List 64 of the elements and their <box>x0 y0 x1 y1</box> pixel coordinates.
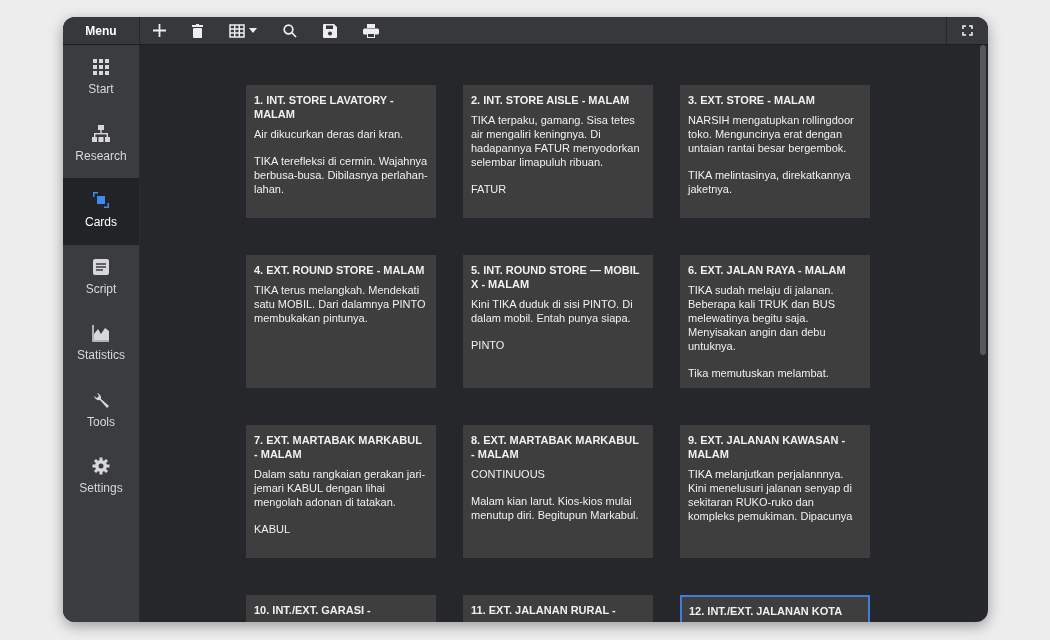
card-text: PINTO <box>471 338 506 352</box>
card-text: Dalam satu rangkaian gerakan jari-jemari KABUL dengan lihai mengolah adonan di tatakan. <box>254 467 427 509</box>
card-text: TIKA terefleksi di cermin. Wajahnya berbusa-busa. Dibilasnya perlahan-lahan. <box>254 154 428 196</box>
scene-card[interactable]: 9. EXT. JALANAN KAWASAN - MALAM TIKA melanjutkan perjalannnya. Kini menelusuri jalanan senyap di sekitaran RUKO-ruko dan kompleks pemukiman. Dipacunya <box>680 425 870 558</box>
card-title: 7. EXT. MARTABAK MARKABUL - MALAM <box>254 433 423 461</box>
scene-card[interactable]: 6. EXT. JALAN RAYA - MALAM TIKA sudah melaju di jalanan. Beberapa kali TRUK dan BUS melewatinya begitu saja. Menyisakan angin dan debu untuknya. Tika memutuskan melambat. <box>680 255 870 388</box>
card-text: TIKA melanjutkan perjalannnya. Kini menelusuri jalanan senyap di sekitaran RUKO-ruko dan kompleks pemukiman. Dipacunya <box>688 467 854 523</box>
scene-card[interactable]: 11. EXT. JALANAN RURAL - <box>463 595 653 622</box>
card-title: 1. INT. STORE LAVATORY - MALAM <box>254 93 395 121</box>
menu-title: Menu <box>63 17 140 44</box>
grid-icon <box>229 23 245 38</box>
scene-card[interactable]: 7. EXT. MARTABAK MARKABUL - MALAM Dalam satu rangkaian gerakan jari-jemari KABUL dengan lihai mengolah adonan di tatakan. KABUL <box>246 425 436 558</box>
sidebar-item[interactable]: Cards <box>63 178 139 245</box>
sidebar-item[interactable]: Research <box>63 111 139 178</box>
card-title: 3. EXT. STORE - MALAM <box>688 93 816 107</box>
sidebar-item[interactable]: Statistics <box>63 311 139 378</box>
scene-card[interactable]: 3. EXT. STORE - MALAM NARSIH mengatupkan rollingdoor toko. Menguncinya erat dengan untaian rantai besar bergembok. TIKA melintasinya, direkatkannya jaketnya. <box>680 85 870 218</box>
sidebar-item[interactable]: Start <box>63 45 139 112</box>
card-text: FATUR <box>471 182 508 196</box>
scene-card[interactable]: 8. EXT. MARTABAK MARKABUL - MALAM CONTINUOUS Malam kian larut. Kios-kios mulai menutup diri. Begitupun Markabul. <box>463 425 653 558</box>
caret-icon <box>249 28 257 33</box>
settings-icon <box>92 457 110 476</box>
sidebar-item[interactable]: Script <box>63 244 139 311</box>
scene-card[interactable]: 1. INT. STORE LAVATORY - MALAM Air dikucurkan deras dari kran. TIKA terefleksi di cermin. Wajahnya berbusa-busa. Dibilasnya perlahan-lahan. <box>246 85 436 218</box>
card-title: 9. EXT. JALANAN KAWASAN - MALAM <box>688 433 847 461</box>
scene-card[interactable]: 12. INT./EXT. JALANAN KOTA <box>680 595 870 622</box>
save-icon <box>323 23 337 38</box>
card-title: 2. INT. STORE AISLE - MALAM <box>471 93 631 107</box>
sidebar-item[interactable]: Tools <box>63 377 139 444</box>
scene-card[interactable]: 5. INT. ROUND STORE — MOBIL X - MALAM Kini TIKA duduk di sisi PINTO. Di dalam mobil. Entah punya siapa. PINTO <box>463 255 653 388</box>
card-title: 6. EXT. JALAN RAYA - MALAM <box>688 263 847 277</box>
wrench-icon <box>92 390 110 409</box>
card-text: TIKA terpaku, gamang. Sisa tetes air mengaliri keningnya. Di hadapannya FATUR menyodorkan selembar limapuluh ribuan. <box>471 113 641 169</box>
print-icon <box>363 23 379 38</box>
card-text: Air dikucurkan deras dari kran. <box>254 127 405 141</box>
card-text: TIKA terus melangkah. Mendekati satu MOBIL. Dari dalamnya PINTO membukakan pintunya. <box>254 283 427 325</box>
chart-icon <box>92 324 110 343</box>
add-icon <box>153 24 166 37</box>
trash-icon <box>192 23 203 38</box>
card-title: 5. INT. ROUND STORE — MOBIL X - MALAM <box>471 263 641 291</box>
grid-icon <box>92 58 110 77</box>
scene-card[interactable]: 2. INT. STORE AISLE - MALAM TIKA terpaku, gamang. Sisa tetes air mengaliri keningnya. Di hadapannya FATUR menyodorkan selembar limapuluh ribuan. FATUR <box>463 85 653 218</box>
card-title: 4. EXT. ROUND STORE - MALAM <box>254 263 426 277</box>
scrollbar[interactable] <box>980 45 986 355</box>
card-title: 12. INT./EXT. JALANAN KOTA <box>689 604 844 618</box>
card-text: Tika memutuskan melambat. <box>688 366 830 380</box>
sidebar-item[interactable]: Settings <box>63 444 139 511</box>
card-text: CONTINUOUS <box>471 467 546 481</box>
card-text: TIKA melintasinya, direkatkannya jaketnya. <box>688 168 852 196</box>
card-title: 11. EXT. JALANAN RURAL - <box>471 603 617 617</box>
card-text: NARSIH mengatupkan rollingdoor toko. Menguncinya erat dengan untaian rantai besar bergembok. <box>688 113 855 155</box>
document-icon <box>92 257 110 276</box>
card-text: TIKA sudah melaju di jalanan. Beberapa kali TRUK dan BUS melewatinya begitu saja. Menyisakan angin dan debu untuknya. <box>688 283 837 353</box>
cards-icon <box>92 191 110 210</box>
hierarchy-icon <box>92 124 110 143</box>
scene-card[interactable]: 10. INT./EXT. GARASI - <box>246 595 436 622</box>
card-text: KABUL <box>254 522 292 536</box>
card-title: 8. EXT. MARTABAK MARKABUL - MALAM <box>471 433 640 461</box>
scene-card[interactable]: 4. EXT. ROUND STORE - MALAM TIKA terus melangkah. Mendekati satu MOBIL. Dari dalamnya PINTO membukakan pintunya. <box>246 255 436 388</box>
card-title: 10. INT./EXT. GARASI - <box>254 603 372 617</box>
search-icon <box>283 23 297 38</box>
card-text: Malam kian larut. Kios-kios mulai menutup diri. Begitupun Markabul. <box>471 494 640 522</box>
fullscreen-icon <box>962 25 973 36</box>
card-text: Kini TIKA duduk di sisi PINTO. Di dalam mobil. Entah punya siapa. <box>471 297 634 325</box>
